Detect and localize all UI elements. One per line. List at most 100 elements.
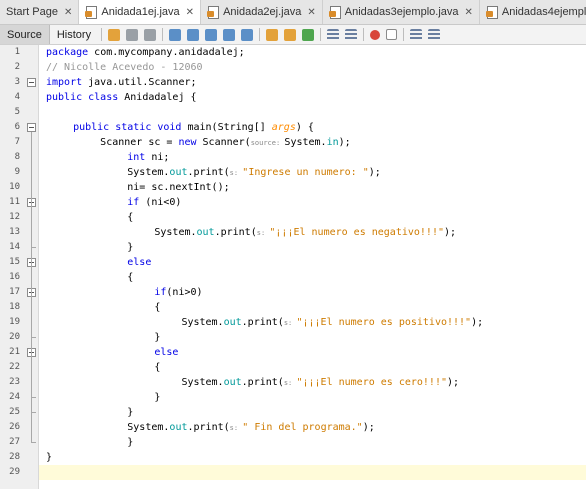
code-token: s: <box>229 169 243 177</box>
line-number: 29 <box>9 467 20 477</box>
editor-tab[interactable]: Anidadas3ejemplo.java ✕ <box>323 0 480 24</box>
fold-toggle-icon[interactable] <box>27 123 36 132</box>
code-token: ); <box>444 227 457 238</box>
fold-guide <box>31 207 32 247</box>
code-token: if <box>154 287 167 298</box>
next-bookmark-icon[interactable] <box>284 28 297 41</box>
shift-left-icon[interactable] <box>327 28 340 41</box>
line-number: 2 <box>14 62 20 72</box>
close-icon[interactable]: ✕ <box>186 7 194 18</box>
back-icon[interactable] <box>126 28 139 41</box>
line-number: 23 <box>9 377 20 387</box>
toggle-bookmarks-icon[interactable] <box>302 28 315 41</box>
code-line: // Nicolle Acevedo - 12060 <box>46 60 203 75</box>
java-file-icon <box>85 6 98 19</box>
stop-macro-icon[interactable] <box>386 29 398 40</box>
code-token: ); <box>471 317 484 328</box>
fold-guide <box>31 357 32 397</box>
current-line-highlight <box>39 465 586 480</box>
code-token: System. <box>127 422 170 433</box>
comment-icon[interactable] <box>410 28 423 41</box>
code-token: in <box>326 137 339 148</box>
editor-tab[interactable]: Anidada2ej.java ✕ <box>201 0 323 24</box>
fold-toggle-icon[interactable] <box>27 78 36 87</box>
tab-label: Anidada1ej.java <box>101 6 180 18</box>
code-token: public static void <box>73 122 182 133</box>
previous-bookmark-icon[interactable] <box>266 28 279 41</box>
code-line: ni= sc.nextInt(); <box>127 180 229 195</box>
editor-tab[interactable]: Anidada1ej.java ✕ <box>79 0 202 24</box>
history-tab[interactable]: History <box>50 25 98 44</box>
code-line: { <box>127 210 133 225</box>
find-previous-icon[interactable] <box>187 28 200 41</box>
code-token: System. <box>181 377 224 388</box>
line-number: 8 <box>14 152 20 162</box>
code-line: { <box>127 270 133 285</box>
forward-icon[interactable] <box>144 28 157 41</box>
shift-right-icon[interactable] <box>345 28 358 41</box>
code-token: System. <box>181 317 224 328</box>
line-number: 25 <box>9 407 20 417</box>
code-token: main(String[] <box>181 122 272 133</box>
line-number: 10 <box>9 182 20 192</box>
editor-tab-strip: Start Page ✕ Anidada1ej.java ✕ Anidada2ej.ja… <box>0 0 586 25</box>
code-token: s: <box>283 379 297 387</box>
code-token: { <box>127 212 134 223</box>
code-token: .print( <box>241 317 284 328</box>
code-token: args <box>271 122 296 133</box>
start-macro-icon[interactable] <box>370 29 381 40</box>
uncomment-icon[interactable] <box>428 28 441 41</box>
code-line: Scanner sc = new Scanner(source: System.… <box>100 135 351 150</box>
toggle-bookmark-icon[interactable] <box>108 28 121 41</box>
editor-tab[interactable]: Start Page ✕ <box>0 0 80 24</box>
code-token: .print( <box>214 227 257 238</box>
find-selection-icon[interactable] <box>223 28 236 41</box>
toolbar-divider <box>363 28 365 41</box>
code-token: .print( <box>187 167 230 178</box>
tab-label: Anidadas4ejemplo.java <box>501 6 586 18</box>
code-line: if(ni>0) <box>154 285 202 300</box>
close-icon[interactable]: ✕ <box>465 7 473 18</box>
line-number: 11 <box>9 197 20 207</box>
line-number: 14 <box>9 242 20 252</box>
line-number: 4 <box>14 92 20 102</box>
source-tab[interactable]: Source <box>0 25 50 44</box>
toolbar-divider <box>259 28 261 41</box>
code-line: System.out.print(s: "¡¡¡El numero es neg… <box>154 225 456 240</box>
code-token: out <box>196 227 215 238</box>
code-token: new <box>178 137 197 148</box>
close-icon[interactable]: ✕ <box>307 7 315 18</box>
line-number: 3 <box>14 77 20 87</box>
code-line: if (ni<0) <box>127 195 181 210</box>
code-token: ) { <box>295 122 314 133</box>
code-token: ni; <box>145 152 170 163</box>
code-token: public class <box>46 92 119 103</box>
code-token: // Nicolle Acevedo - 12060 <box>46 62 203 73</box>
code-token: ); <box>338 137 351 148</box>
line-number: 15 <box>9 257 20 267</box>
code-token: s: <box>256 229 270 237</box>
toggle-highlight-icon[interactable] <box>241 28 254 41</box>
line-number: 6 <box>14 122 20 132</box>
editor-tab[interactable]: Anidadas4ejemplo.java✕ <box>480 0 586 24</box>
code-token: source: <box>250 139 285 147</box>
tab-label: Start Page <box>6 6 58 18</box>
code-token: } <box>127 242 134 253</box>
code-line: else <box>154 345 178 360</box>
code-token: else <box>127 257 152 268</box>
find-icon[interactable] <box>169 28 182 41</box>
code-editor[interactable]: 1 2 3 4 5 6 7 8 9 10 11 12 13 14 15 16 17 18 19 20 21 22 23 24 2… <box>0 45 586 489</box>
code-token: } <box>127 407 134 418</box>
code-token: out <box>169 422 188 433</box>
code-token: package <box>46 47 89 58</box>
code-line: } <box>46 450 52 465</box>
line-number: 18 <box>9 302 20 312</box>
close-icon[interactable]: ✕ <box>64 7 72 18</box>
find-next-icon[interactable] <box>205 28 218 41</box>
code-line: System.out.print(s: "¡¡¡El numero es cer… <box>181 375 459 390</box>
tab-label: Anidadas3ejemplo.java <box>344 6 459 18</box>
fold-end-marker <box>31 397 36 398</box>
toolbar-divider <box>162 28 164 41</box>
code-token: "¡¡¡El numero es cero!!!" <box>296 377 447 388</box>
code-line: } <box>154 330 160 345</box>
